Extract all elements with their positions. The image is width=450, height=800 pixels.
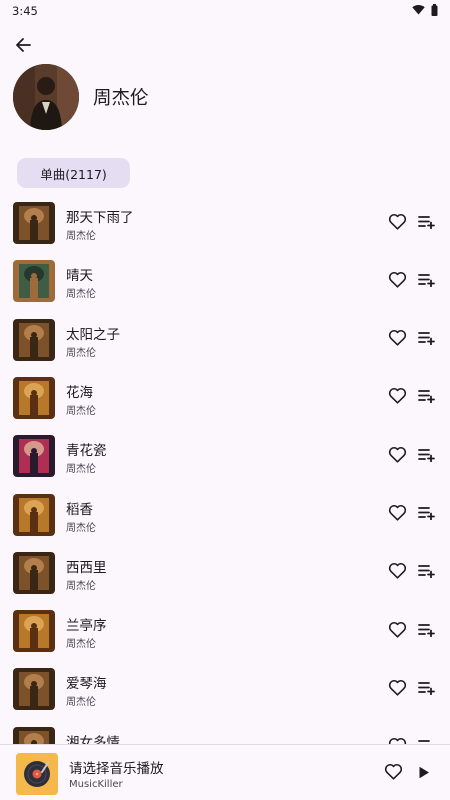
song-title: 西西里	[66, 559, 107, 576]
heart-outline-icon	[384, 763, 403, 784]
add-to-playlist-button[interactable]	[416, 387, 438, 409]
heart-outline-icon	[388, 446, 407, 467]
playlist-add-icon	[418, 330, 436, 349]
heart-outline-icon	[388, 213, 407, 234]
song-list: 那天下雨了 周杰伦 晴天 周杰伦 太阳之子 周杰伦 花海 周杰伦 青花瓷 周杰伦 稻香 周杰伦 西西里周…	[0, 194, 450, 744]
song-artist: 周杰伦	[66, 231, 96, 242]
song-title: 兰亭序	[66, 618, 107, 635]
add-to-playlist-button[interactable]	[416, 270, 438, 292]
favorite-button[interactable]	[386, 329, 408, 351]
play-icon	[418, 764, 430, 783]
player-subtitle: MusicKiller	[69, 779, 123, 790]
song-row[interactable]: 青花瓷 周杰伦	[0, 427, 450, 485]
song-title: 太阳之子	[66, 326, 120, 343]
add-to-playlist-button[interactable]	[416, 445, 438, 467]
album-cover	[13, 493, 55, 536]
favorite-button[interactable]	[386, 562, 408, 584]
playlist-add-icon	[418, 563, 436, 582]
playlist-add-icon	[418, 447, 436, 466]
add-to-playlist-button[interactable]	[416, 678, 438, 700]
avatar	[13, 64, 79, 130]
heart-outline-icon	[388, 271, 407, 292]
song-row[interactable]: 花海 周杰伦	[0, 369, 450, 427]
song-artist: 周杰伦	[66, 697, 96, 709]
song-title: 花海	[66, 384, 93, 401]
singles-tab-chip[interactable]: 单曲(2117)	[17, 158, 130, 188]
song-artist: 周杰伦	[66, 405, 96, 417]
wifi-icon	[412, 4, 425, 18]
album-cover	[13, 551, 55, 594]
status-time: 3:45	[12, 4, 38, 18]
song-artist: 周杰伦	[66, 347, 96, 359]
heart-outline-icon	[388, 387, 407, 408]
heart-outline-icon	[388, 562, 407, 583]
song-title: 爱琴海	[66, 676, 107, 693]
song-artist: 周杰伦	[66, 580, 96, 592]
status-bar: 3:45	[0, 0, 450, 22]
player-title: 请选择音乐播放	[69, 761, 164, 777]
status-icons	[412, 3, 438, 19]
back-button[interactable]	[10, 34, 36, 60]
playlist-add-icon	[418, 272, 436, 291]
artist-header: 周杰伦	[13, 64, 149, 130]
favorite-button[interactable]	[386, 387, 408, 409]
heart-outline-icon	[388, 679, 407, 700]
song-artist: 周杰伦	[66, 464, 96, 476]
album-cover	[13, 726, 55, 744]
song-row[interactable]: 稻香 周杰伦	[0, 486, 450, 544]
playlist-add-icon	[418, 622, 436, 641]
album-cover	[13, 435, 55, 478]
song-title: 湘女多情	[66, 734, 120, 744]
song-title: 青花瓷	[66, 443, 107, 460]
song-row[interactable]: 太阳之子 周杰伦	[0, 311, 450, 369]
favorite-button[interactable]	[386, 212, 408, 234]
album-cover	[13, 376, 55, 419]
song-row[interactable]: 晴天 周杰伦	[0, 252, 450, 310]
playlist-add-icon	[418, 388, 436, 407]
arrow-back-icon	[14, 36, 32, 58]
play-button[interactable]	[413, 762, 435, 784]
add-to-playlist-button[interactable]	[416, 212, 438, 234]
artist-name: 周杰伦	[93, 88, 149, 109]
song-title: 晴天	[66, 268, 93, 285]
song-title: 稻香	[66, 501, 93, 518]
album-cover	[13, 668, 55, 711]
heart-outline-icon	[388, 621, 407, 642]
song-artist: 周杰伦	[66, 289, 96, 301]
add-to-playlist-button[interactable]	[416, 620, 438, 642]
song-artist: 周杰伦	[66, 639, 96, 651]
album-cover	[13, 260, 55, 303]
favorite-button[interactable]	[386, 620, 408, 642]
song-row[interactable]: 湘女多情周杰伦	[0, 719, 450, 744]
add-to-playlist-button[interactable]	[416, 562, 438, 584]
mini-player[interactable]: 请选择音乐播放 MusicKiller	[0, 744, 450, 800]
favorite-button[interactable]	[386, 270, 408, 292]
playlist-add-icon	[418, 505, 436, 524]
favorite-button[interactable]	[386, 678, 408, 700]
add-to-playlist-button[interactable]	[416, 504, 438, 526]
favorite-button[interactable]	[386, 445, 408, 467]
song-row[interactable]: 那天下雨了 周杰伦	[0, 194, 450, 252]
add-to-playlist-button[interactable]	[416, 329, 438, 351]
heart-outline-icon	[388, 737, 407, 744]
player-album-art	[16, 753, 58, 795]
song-title: 那天下雨了	[66, 210, 134, 226]
heart-outline-icon	[388, 329, 407, 350]
add-to-playlist-button[interactable]	[416, 737, 438, 744]
song-row[interactable]: 爱琴海 周杰伦	[0, 660, 450, 718]
song-artist: 周杰伦	[66, 522, 96, 534]
playlist-add-icon	[418, 680, 436, 699]
favorite-button[interactable]	[386, 504, 408, 526]
album-cover	[13, 610, 55, 653]
song-row[interactable]: 西西里 周杰伦	[0, 544, 450, 602]
playlist-add-icon	[418, 214, 436, 233]
heart-outline-icon	[388, 504, 407, 525]
player-favorite-button[interactable]	[382, 762, 404, 784]
song-row[interactable]: 兰亭序 周杰伦	[0, 602, 450, 660]
album-cover	[13, 202, 55, 244]
album-cover	[13, 318, 55, 361]
battery-icon	[431, 3, 438, 19]
favorite-button[interactable]	[386, 737, 408, 744]
